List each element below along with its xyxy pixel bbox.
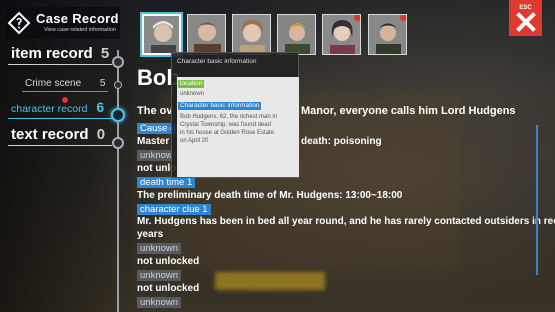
clue-text-continued: years: [137, 229, 164, 240]
menu-text-record-count: 0: [96, 126, 106, 143]
death-cause-text: death: poisoning: [301, 136, 382, 147]
background-yellow-glow: [215, 272, 325, 290]
basic-info-line-2: Crystal Township, was found dead: [180, 122, 271, 128]
menu-text-record[interactable]: text record 0: [11, 126, 105, 143]
menu-divider: [8, 145, 112, 146]
esc-close-button[interactable]: ESC: [509, 0, 542, 36]
menu-divider: [22, 91, 108, 92]
case-record-header: Case Record View case related informatio…: [6, 7, 120, 39]
unknown-tag: unknow: [137, 150, 176, 161]
character-portrait-4[interactable]: [277, 14, 316, 55]
close-icon: [515, 11, 536, 32]
menu-node-character-record[interactable]: [111, 108, 125, 122]
basic-info-line-3: in his house at Golden Rose Estate: [180, 130, 275, 136]
menu-crime-scene-label: Crime scene: [25, 78, 82, 89]
character-info-tooltip: Character basic information location unk…: [171, 52, 299, 178]
menu-timeline: [117, 50, 119, 312]
unknown-row: unknown: [137, 242, 182, 255]
clue-text: Mr. Hudgens has been in bed all year rou…: [137, 216, 555, 227]
menu-item-record-label: item record: [11, 45, 93, 62]
unknown-row: unknown: [137, 269, 182, 282]
character-portrait-5[interactable]: [322, 14, 361, 55]
master-text: Master: [137, 136, 170, 147]
character-portrait-2[interactable]: [187, 14, 226, 55]
unknown-tag: unknown: [137, 297, 182, 308]
menu-item-record[interactable]: item record 5: [11, 45, 109, 62]
tooltip-title: Character basic information: [177, 58, 257, 65]
content-scrollbar[interactable]: [536, 125, 538, 275]
character-portrait-1[interactable]: [140, 12, 183, 57]
esc-label: ESC: [519, 4, 532, 11]
menu-node-item-record[interactable]: [112, 56, 124, 68]
menu-item-record-count: 5: [100, 45, 110, 62]
basic-info-tag: Character basic information: [178, 102, 262, 110]
new-indicator-dot: [400, 15, 406, 21]
character-clue-tag: character clue 1: [137, 204, 211, 215]
intro-text-right: Manor, everyone calls him Lord Hudgens: [301, 105, 516, 117]
basic-info-line-4: on April 20: [180, 138, 209, 144]
menu-character-record[interactable]: character record 6: [11, 99, 104, 115]
unknown-row: unknow: [137, 149, 176, 162]
menu-character-record-count: 6: [96, 99, 105, 115]
menu-node-text-record[interactable]: [112, 137, 124, 149]
location-value: unknown: [180, 91, 205, 97]
basic-info-line-1: Bob Hudgens, 62, the richest man in: [180, 114, 278, 120]
menu-divider-active: [8, 118, 112, 119]
menu-node-crime-scene[interactable]: [114, 81, 122, 89]
death-time-tag: death time 1: [137, 177, 196, 188]
menu-divider: [8, 64, 112, 65]
new-indicator-dot: [354, 15, 360, 21]
menu-crime-scene-count: 5: [99, 78, 106, 89]
menu-character-record-label: character record: [11, 103, 88, 115]
location-tag: location: [178, 80, 205, 88]
intro-text-left: The ov: [137, 105, 173, 117]
not-unlocked-text: not unlocked: [137, 283, 200, 294]
page-title: Case Record: [36, 11, 119, 27]
character-portrait-6[interactable]: [368, 14, 407, 55]
menu-crime-scene[interactable]: Crime scene 5: [25, 78, 105, 89]
new-indicator-dot: [62, 97, 68, 103]
page-subtitle: View case related information: [43, 27, 116, 34]
menu-text-record-label: text record: [11, 126, 89, 143]
not-unlocked-text: not unlocked: [137, 256, 200, 267]
unknown-tag: unknown: [137, 243, 182, 254]
death-time-text: The preliminary death time of Mr. Hudgen…: [137, 190, 403, 201]
unknown-row: unknown: [137, 296, 182, 309]
tooltip-body: location unknown Character basic informa…: [177, 77, 299, 177]
character-portrait-3[interactable]: [232, 14, 271, 55]
case-record-logo-icon: [6, 10, 32, 36]
unknown-tag: unknown: [137, 270, 182, 281]
